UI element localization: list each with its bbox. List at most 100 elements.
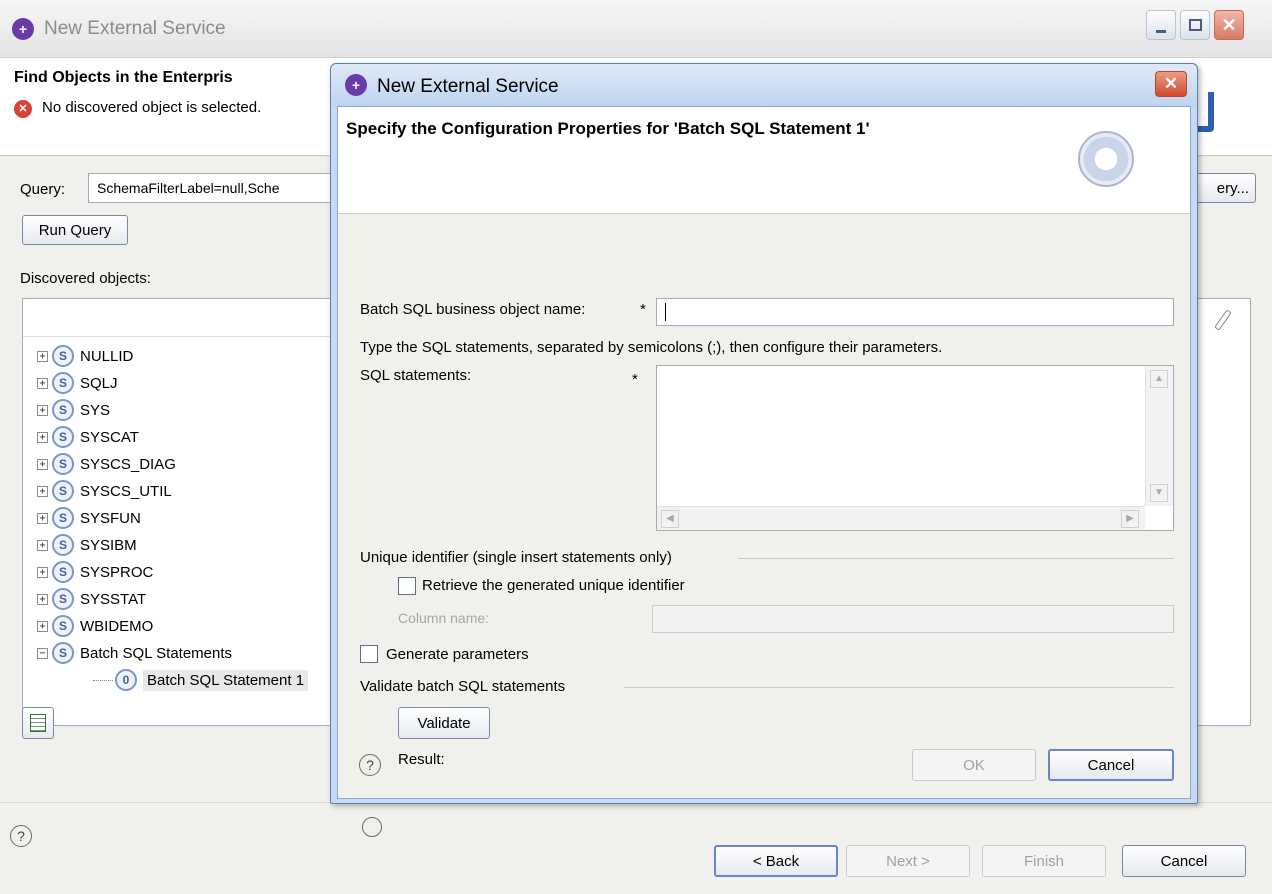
scroll-down-arrow-icon[interactable]: ▼ [1150, 484, 1168, 502]
pencil-icon[interactable] [1214, 309, 1232, 331]
bo-name-label-text: Batch SQL business object name: [360, 301, 586, 318]
query-label: Query: [20, 181, 66, 198]
expand-icon[interactable]: + [37, 350, 48, 362]
expand-icon[interactable]: + [37, 377, 48, 389]
configuration-wizard-icon [1078, 131, 1134, 187]
dialog-header-title: Specify the Configuration Properties for… [346, 119, 870, 138]
sql-statements-textarea[interactable]: ▲ ▼ ◀ ▶ [656, 365, 1174, 531]
generate-parameters-label: Generate parameters [386, 646, 529, 663]
tree-item[interactable]: − S Batch SQL Statements [37, 640, 232, 666]
outer-cancel-button[interactable]: Cancel [1122, 845, 1246, 877]
tree-item[interactable]: 0 Batch SQL Statement 1 [93, 667, 309, 693]
expand-icon[interactable]: + [37, 404, 48, 416]
sql-required-mark: * [632, 371, 638, 388]
dialog-ok-label: OK [963, 756, 985, 774]
validate-group-label: Validate batch SQL statements [360, 678, 566, 695]
scroll-left-arrow-icon[interactable]: ◀ [661, 510, 679, 528]
tree-item[interactable]: + S SYSIBM [37, 532, 137, 558]
unique-identifier-group-label: Unique identifier (single insert stateme… [360, 549, 672, 566]
outer-cancel-label: Cancel [1160, 852, 1208, 870]
tree-connector [93, 679, 113, 681]
tree-item[interactable]: + S SYSCAT [37, 424, 139, 450]
unique-group-separator [738, 558, 1174, 559]
expand-icon[interactable]: + [37, 458, 48, 470]
result-label: Result: [398, 751, 445, 768]
tree-item[interactable]: + S SYSSTAT [37, 586, 146, 612]
dialog-cancel-button[interactable]: Cancel [1048, 749, 1174, 781]
dialog-content: Specify the Configuration Properties for… [337, 106, 1191, 837]
expand-icon[interactable]: + [37, 566, 48, 578]
validate-button[interactable]: Validate [398, 707, 490, 739]
wizard-banner-icon [1196, 92, 1214, 132]
dialog-header: Specify the Configuration Properties for… [338, 107, 1190, 214]
tree-item[interactable]: + S SYSFUN [37, 505, 141, 531]
run-query-button[interactable]: Run Query [22, 215, 128, 245]
dialog-ok-button[interactable]: OK [912, 749, 1036, 781]
text-cursor [665, 303, 666, 322]
tree-item[interactable]: + S SQLJ [37, 370, 118, 396]
expand-icon[interactable]: + [37, 431, 48, 443]
tree-item-label: NULLID [80, 347, 134, 365]
column-name-input[interactable] [652, 605, 1174, 633]
tree-item[interactable]: + S SYSCS_UTIL [37, 478, 172, 504]
horizontal-scrollbar[interactable]: ◀ ▶ [657, 506, 1145, 530]
expand-icon[interactable]: + [37, 593, 48, 605]
expand-icon[interactable]: + [37, 620, 48, 632]
tree-item[interactable]: + S SYSCS_DIAG [37, 451, 176, 477]
scroll-right-arrow-icon[interactable]: ▶ [1121, 510, 1139, 528]
schema-icon: S [52, 561, 74, 583]
dialog-help-button[interactable]: ? [359, 754, 381, 776]
finish-button[interactable]: Finish [982, 845, 1106, 877]
minimize-button[interactable] [1146, 10, 1176, 40]
tree-item[interactable]: + S NULLID [37, 343, 133, 369]
schema-icon: S [52, 507, 74, 529]
tree-item-label: SYSCAT [80, 428, 139, 446]
tree-item[interactable]: + S SYSPROC [37, 559, 153, 585]
tree-item-label: WBIDEMO [80, 617, 154, 635]
dialog-help-icon[interactable] [362, 817, 382, 837]
tree-item-label: SYSFUN [80, 509, 141, 527]
tree-item-label: Batch SQL Statement 1 [143, 669, 309, 691]
maximize-button[interactable] [1180, 10, 1210, 40]
outer-footer: ? < Back Next > Finish Cancel [0, 802, 1272, 894]
help-icon[interactable]: ? [10, 825, 32, 847]
tree-item[interactable]: + S WBIDEMO [37, 613, 153, 639]
retrieve-identifier-label: Retrieve the generated unique identifier [422, 577, 685, 594]
tree-item-label: SYS [80, 401, 111, 419]
sql-instructions: Type the SQL statements, separated by se… [360, 339, 943, 356]
error-icon: ✕ [14, 100, 32, 118]
tree-item[interactable]: + S SYS [37, 397, 110, 423]
dialog-close-button[interactable]: ✕ [1155, 71, 1187, 97]
schema-icon: S [52, 615, 74, 637]
outer-header-title: Find Objects in the Enterpris [14, 69, 233, 86]
config-dialog: + New External Service ✕ Specify the Con… [330, 63, 1198, 837]
bo-name-input[interactable] [656, 298, 1174, 326]
collapse-icon[interactable]: − [37, 647, 48, 659]
scroll-up-arrow-icon[interactable]: ▲ [1150, 370, 1168, 388]
sql-statement-icon: 0 [115, 669, 137, 691]
back-button[interactable]: < Back [714, 845, 838, 877]
finish-label: Finish [1023, 852, 1064, 870]
tree-item-label: SYSCS_DIAG [80, 455, 176, 473]
error-message: No discovered object is selected. [42, 99, 262, 116]
back-label: < Back [752, 852, 800, 870]
query-field[interactable]: SchemaFilterLabel=null,Sche [88, 173, 348, 203]
discovered-objects-tree[interactable]: + S NULLID + S SQLJ + S SYS + S SYSCAT + S SYSCS_DIAG +… [22, 298, 332, 726]
vertical-scrollbar[interactable]: ▲ ▼ [1145, 366, 1173, 506]
generate-parameters-checkbox[interactable] [360, 645, 378, 663]
properties-icon [30, 714, 46, 732]
app-icon: + [12, 18, 34, 40]
next-button[interactable]: Next > [846, 845, 970, 877]
schema-icon: S [52, 588, 74, 610]
retrieve-identifier-checkbox[interactable] [398, 577, 416, 595]
schema-icon: S [52, 453, 74, 475]
expand-icon[interactable]: + [37, 485, 48, 497]
expand-icon[interactable]: + [37, 512, 48, 524]
outer-window-title: New External Service [44, 18, 226, 39]
close-button[interactable]: ✕ [1214, 10, 1244, 40]
schema-icon: S [52, 426, 74, 448]
expand-icon[interactable]: + [37, 539, 48, 551]
schema-icon: S [52, 642, 74, 664]
validate-label: Validate [417, 714, 471, 732]
properties-button[interactable] [22, 707, 54, 739]
